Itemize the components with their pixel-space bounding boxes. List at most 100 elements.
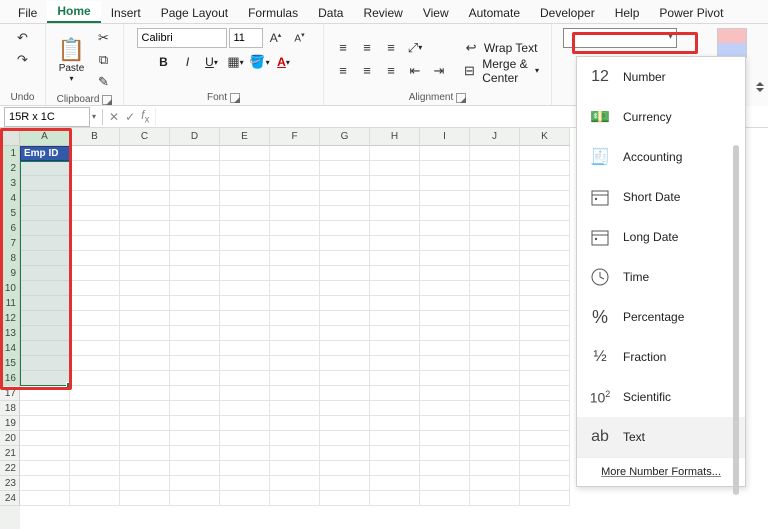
cell-D22[interactable] [170,461,220,476]
cell-F10[interactable] [270,281,320,296]
cell-C1[interactable] [120,146,170,161]
cell-B23[interactable] [70,476,120,491]
cell-G23[interactable] [320,476,370,491]
cell-B15[interactable] [70,356,120,371]
row-header-14[interactable]: 14 [0,341,20,356]
tab-view[interactable]: View [413,3,459,23]
bold-button[interactable]: B [153,52,175,72]
cell-D24[interactable] [170,491,220,506]
cell-E20[interactable] [220,431,270,446]
cell-styles-button[interactable] [717,28,747,58]
cell-K5[interactable] [520,206,570,221]
format-painter-button[interactable]: ✎ [93,72,115,92]
cell-B3[interactable] [70,176,120,191]
cell-K1[interactable] [520,146,570,161]
col-header-C[interactable]: C [120,128,170,146]
cell-J15[interactable] [470,356,520,371]
cell-A20[interactable] [20,431,70,446]
cell-D1[interactable] [170,146,220,161]
cell-J18[interactable] [470,401,520,416]
clipboard-launcher[interactable] [102,95,112,105]
tab-home[interactable]: Home [47,1,100,23]
cell-I14[interactable] [420,341,470,356]
cell-H1[interactable] [370,146,420,161]
cell-I2[interactable] [420,161,470,176]
font-size-select[interactable] [229,28,263,48]
cell-D9[interactable] [170,266,220,281]
cell-B1[interactable] [70,146,120,161]
align-bottom-button[interactable]: ≡ [380,38,402,58]
undo-button[interactable]: ↶ [12,28,34,48]
number-format-short-date[interactable]: Short Date [577,177,745,217]
increase-font-button[interactable]: A▴ [265,28,287,48]
cell-G8[interactable] [320,251,370,266]
cell-C18[interactable] [120,401,170,416]
row-header-16[interactable]: 16 [0,371,20,386]
cell-F7[interactable] [270,236,320,251]
cell-E24[interactable] [220,491,270,506]
cell-D12[interactable] [170,311,220,326]
font-launcher[interactable] [230,93,240,103]
cell-C7[interactable] [120,236,170,251]
cell-B9[interactable] [70,266,120,281]
number-format-select[interactable] [563,28,677,48]
cell-E4[interactable] [220,191,270,206]
font-color-button[interactable]: A▾ [273,52,295,72]
cell-B8[interactable] [70,251,120,266]
cell-A5[interactable] [20,206,70,221]
number-format-currency[interactable]: 💵Currency [577,97,745,137]
row-header-3[interactable]: 3 [0,176,20,191]
cell-I24[interactable] [420,491,470,506]
cell-C15[interactable] [120,356,170,371]
cell-I4[interactable] [420,191,470,206]
cell-G16[interactable] [320,371,370,386]
orientation-button[interactable]: ⤢▾ [404,38,426,58]
cell-D13[interactable] [170,326,220,341]
cell-G6[interactable] [320,221,370,236]
cell-G13[interactable] [320,326,370,341]
cell-D17[interactable] [170,386,220,401]
cell-F14[interactable] [270,341,320,356]
cell-B21[interactable] [70,446,120,461]
cell-C19[interactable] [120,416,170,431]
cell-K24[interactable] [520,491,570,506]
cell-J14[interactable] [470,341,520,356]
cell-E12[interactable] [220,311,270,326]
cell-H11[interactable] [370,296,420,311]
col-header-A[interactable]: A [20,128,70,146]
cell-E16[interactable] [220,371,270,386]
row-header-10[interactable]: 10 [0,281,20,296]
cell-F12[interactable] [270,311,320,326]
cell-I1[interactable] [420,146,470,161]
cell-F8[interactable] [270,251,320,266]
cell-J11[interactable] [470,296,520,311]
cell-C16[interactable] [120,371,170,386]
cell-H24[interactable] [370,491,420,506]
row-header-6[interactable]: 6 [0,221,20,236]
cell-G10[interactable] [320,281,370,296]
cell-J16[interactable] [470,371,520,386]
row-header-20[interactable]: 20 [0,431,20,446]
cell-F5[interactable] [270,206,320,221]
cell-F18[interactable] [270,401,320,416]
cell-A15[interactable] [20,356,70,371]
ribbon-collapse-button[interactable] [756,78,764,96]
cell-J7[interactable] [470,236,520,251]
cell-D3[interactable] [170,176,220,191]
cell-B4[interactable] [70,191,120,206]
cell-A21[interactable] [20,446,70,461]
number-format-long-date[interactable]: Long Date [577,217,745,257]
cell-J17[interactable] [470,386,520,401]
wrap-text-button[interactable]: ↩ Wrap Text [460,38,543,58]
cell-J6[interactable] [470,221,520,236]
row-header-21[interactable]: 21 [0,446,20,461]
col-header-B[interactable]: B [70,128,120,146]
cell-D6[interactable] [170,221,220,236]
cell-C22[interactable] [120,461,170,476]
row-header-18[interactable]: 18 [0,401,20,416]
cell-A3[interactable] [20,176,70,191]
cell-H6[interactable] [370,221,420,236]
row-header-8[interactable]: 8 [0,251,20,266]
cell-A13[interactable] [20,326,70,341]
cell-B10[interactable] [70,281,120,296]
